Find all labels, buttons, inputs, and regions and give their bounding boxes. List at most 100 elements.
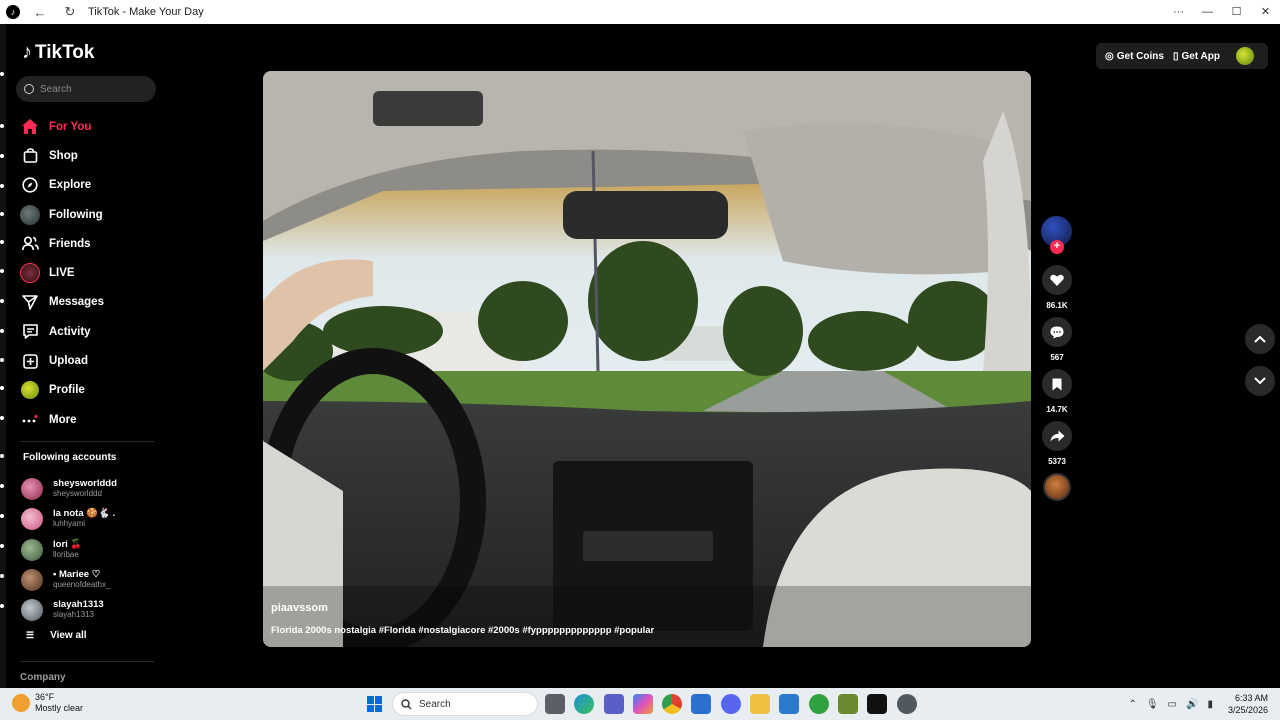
next-video-button[interactable]: [1245, 366, 1275, 396]
account-handle: sheysworlddd: [53, 489, 102, 499]
copilot-icon[interactable]: [632, 694, 653, 714]
account-name: • Mariee ♡: [53, 569, 101, 581]
nav-shop[interactable]: Shop: [20, 141, 160, 170]
nav-activity[interactable]: Activity: [20, 317, 160, 346]
video-username[interactable]: piaavssom: [271, 602, 328, 614]
weather-widget[interactable]: 36°F Mostly clear: [12, 692, 83, 714]
follow-plus-icon[interactable]: +: [1050, 240, 1064, 254]
avatar: [21, 599, 43, 622]
plus-square-icon: [20, 351, 40, 371]
shop-bag-icon: [20, 146, 40, 166]
like-count: 86.1K: [1046, 301, 1068, 310]
maximize-button[interactable]: ☐: [1222, 0, 1251, 24]
tiktok-icon: ♪: [6, 5, 20, 19]
creator-avatar[interactable]: +: [1041, 216, 1072, 254]
search-icon: [401, 698, 412, 709]
windows-start-icon[interactable]: [367, 696, 383, 712]
nav-for-you[interactable]: For You: [20, 112, 160, 141]
folder-icon[interactable]: [750, 694, 771, 714]
nav-label: Friends: [49, 237, 91, 250]
nav-label: Upload: [49, 355, 88, 368]
refresh-icon[interactable]: ↻: [60, 4, 80, 20]
minimize-button[interactable]: —: [1193, 0, 1222, 24]
nav-label: For You: [49, 120, 92, 133]
following-account-item[interactable]: • Mariee ♡ queenofdeathx_: [21, 565, 161, 595]
nav-label: Shop: [49, 149, 78, 162]
top-right-bar: ◎ Get Coins ▯ Get App: [1096, 43, 1268, 69]
close-button[interactable]: ✕: [1251, 0, 1280, 24]
view-all-button[interactable]: ☰ View all: [26, 630, 87, 641]
back-arrow-icon[interactable]: ←: [30, 5, 50, 20]
following-accounts-list: sheysworlddd sheysworlddd la nota 🍪🐇 . luh…: [21, 474, 161, 625]
speaker-icon[interactable]: 🔊: [1186, 699, 1198, 710]
chevron-up-icon[interactable]: ⌃: [1128, 699, 1136, 710]
battery-icon[interactable]: ▮: [1207, 699, 1213, 710]
store-icon[interactable]: [691, 694, 712, 714]
tiktok-app-icon[interactable]: [867, 694, 888, 714]
weather-temp: 36°F: [35, 692, 55, 702]
get-app-button[interactable]: Get App: [1181, 51, 1220, 62]
nav-live[interactable]: LIVE: [20, 258, 160, 287]
home-icon: [20, 117, 40, 137]
clock-date: 3/25/2026: [1227, 705, 1268, 715]
discord-icon[interactable]: [720, 694, 741, 714]
video-nav-arrows: [1245, 324, 1275, 408]
divider: [20, 441, 154, 442]
recorder-icon[interactable]: [896, 694, 917, 714]
video-caption: Florida 2000s nostalgia #Florida #nostal…: [271, 625, 655, 636]
weather-moon-icon: [12, 694, 30, 712]
nav-upload[interactable]: Upload: [20, 346, 160, 375]
window-title: TikTok - Make Your Day: [88, 6, 204, 18]
search-input[interactable]: Search: [16, 76, 156, 102]
list-icon: ☰: [26, 630, 35, 640]
following-account-item[interactable]: sheysworlddd sheysworlddd: [21, 474, 161, 504]
following-account-item[interactable]: lori 🍒 lloribae: [21, 535, 161, 565]
nav-label: Activity: [49, 325, 91, 338]
c-app-icon[interactable]: [779, 694, 800, 714]
avatar: [21, 569, 43, 592]
like-button[interactable]: [1042, 265, 1072, 295]
nav-explore[interactable]: Explore: [20, 171, 160, 200]
save-button[interactable]: [1042, 369, 1072, 399]
more-options-button[interactable]: ···: [1164, 0, 1193, 24]
previous-video-button[interactable]: [1245, 324, 1275, 354]
nav-following[interactable]: Following: [20, 200, 160, 229]
view-all-label: View all: [50, 630, 87, 641]
nav-friends[interactable]: Friends: [20, 229, 160, 258]
music-disc-avatar[interactable]: [1043, 473, 1071, 501]
user-avatar[interactable]: [1236, 47, 1254, 65]
save-count: 14.7K: [1046, 405, 1068, 414]
activity-icon: [20, 322, 40, 342]
left-edge-strip: [0, 24, 6, 688]
file-explorer-icon[interactable]: [545, 694, 565, 714]
nav-messages[interactable]: Messages: [20, 288, 160, 317]
chrome-icon[interactable]: [662, 694, 683, 714]
bookmark-icon: [1052, 378, 1062, 390]
tiktok-logo[interactable]: ♪ TikTok: [22, 41, 94, 64]
nav-label: Following: [49, 208, 103, 221]
following-account-item[interactable]: la nota 🍪🐇 . luhhyami: [21, 504, 161, 534]
microphone-icon[interactable]: 🎙: [1146, 699, 1159, 710]
get-coins-button[interactable]: Get Coins: [1117, 51, 1164, 62]
display-icon[interactable]: ▭: [1168, 699, 1177, 710]
company-link[interactable]: Company: [20, 672, 66, 683]
search-icon: [24, 84, 34, 94]
share-button[interactable]: [1042, 421, 1072, 451]
nav-more[interactable]: More: [20, 405, 160, 434]
minecraft-icon[interactable]: [837, 694, 858, 714]
xbox-icon[interactable]: [808, 694, 829, 714]
taskbar-search[interactable]: Search: [392, 692, 538, 716]
comment-button[interactable]: [1042, 317, 1072, 347]
nav-profile[interactable]: Profile: [20, 376, 160, 405]
phone-icon: ▯: [1172, 50, 1179, 62]
avatar: [21, 538, 43, 561]
following-account-item[interactable]: slayah1313 slayah1313: [21, 595, 161, 625]
video-player[interactable]: piaavssom Florida 2000s nostalgia #Flori…: [263, 71, 1031, 647]
taskbar-clock[interactable]: 6:33 AM 3/25/2026: [1228, 692, 1268, 716]
live-avatar-icon: [20, 263, 40, 284]
comment-icon: [1050, 326, 1064, 338]
tiktok-note-icon: ♪: [22, 41, 32, 63]
teams-icon[interactable]: [603, 694, 624, 714]
edge-icon[interactable]: [574, 694, 595, 714]
nav-label: Messages: [49, 296, 104, 309]
